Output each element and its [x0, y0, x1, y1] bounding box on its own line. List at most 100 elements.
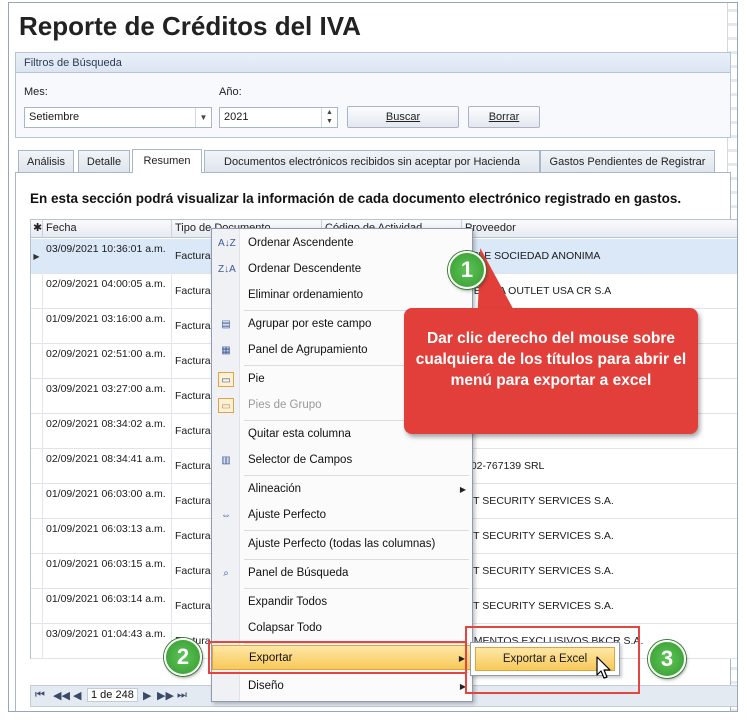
group-panel-icon: ▦: [221, 345, 231, 356]
month-select[interactable]: Setiembre ▼: [24, 107, 212, 128]
cell-proveedor: OT SECURITY SERVICES S.A.: [465, 565, 614, 577]
prev-page-icon[interactable]: ◀: [73, 689, 81, 702]
submenu-arrow-icon: ▶: [459, 485, 466, 494]
menu-item-alignment[interactable]: Alineación ▶: [212, 477, 472, 502]
menu-label: Selector de Campos: [248, 454, 353, 466]
menu-item-expand-all[interactable]: Expandir Todos: [212, 590, 472, 615]
tab-resumen[interactable]: Resumen: [132, 149, 202, 173]
search-button[interactable]: Buscar: [347, 106, 459, 128]
menu-separator: [244, 530, 469, 531]
menu-separator: [244, 475, 469, 476]
mouse-cursor-icon: [596, 656, 611, 679]
cell-proveedor: OT SECURITY SERVICES S.A.: [465, 600, 614, 612]
row-indicator-icon: [31, 589, 43, 624]
step-badge-1: 1: [448, 251, 486, 289]
column-context-menu: A↓Z Ordenar Ascendente Z↓A Ordenar Desce…: [211, 228, 473, 702]
cell-fecha: 01/09/2021 06:03:14 a.m.: [43, 589, 172, 624]
month-value: Setiembre: [29, 111, 80, 123]
menu-label: Colapsar Todo: [248, 622, 322, 634]
clear-button[interactable]: Borrar: [468, 106, 540, 128]
page-indicator: 1 de 248: [87, 688, 138, 702]
menu-label: Ajuste Perfecto: [248, 509, 326, 521]
menu-label: Quitar esta columna: [248, 428, 351, 440]
group-footer-icon: ▭: [218, 398, 234, 413]
excel-highlight-box: [465, 626, 640, 694]
year-input[interactable]: 2021 ▲ ▼: [219, 107, 338, 128]
month-label: Mes:: [24, 86, 48, 98]
filters-title: Filtros de Búsqueda: [16, 53, 730, 73]
menu-label: Diseño: [248, 680, 284, 692]
tab-detalle[interactable]: Detalle: [78, 150, 130, 173]
cell-fecha: 02/09/2021 04:00:05 a.m.: [43, 274, 172, 309]
row-indicator-icon: ▶: [31, 239, 43, 274]
sort-ascending-icon: A↓Z: [218, 238, 236, 249]
cell-fecha: 03/09/2021 01:04:43 a.m.: [43, 624, 172, 659]
cell-fecha: 01/09/2021 06:03:13 a.m.: [43, 519, 172, 554]
section-description: En esta sección podrá visualizar la info…: [30, 191, 682, 206]
menu-label: Eliminar ordenamiento: [248, 289, 364, 301]
menu-separator: [244, 588, 469, 589]
instruction-callout: Dar clic derecho del mouse sobre cualqui…: [404, 308, 698, 434]
menu-item-collapse-all[interactable]: Colapsar Todo: [212, 616, 472, 641]
cell-fecha: 03/09/2021 03:27:00 a.m.: [43, 379, 172, 414]
cell-fecha: 02/09/2021 08:34:02 a.m.: [43, 414, 172, 449]
column-header-proveedor[interactable]: Proveedor: [462, 220, 737, 238]
menu-label: Ajuste Perfecto (todas las columnas): [248, 538, 436, 550]
menu-label: Panel de Búsqueda: [248, 567, 349, 579]
cell-fecha: 01/09/2021 06:03:00 a.m.: [43, 484, 172, 519]
menu-label: Ordenar Ascendente: [248, 237, 354, 249]
menu-label: Panel de Agrupamiento: [248, 344, 368, 356]
menu-item-sort-asc[interactable]: A↓Z Ordenar Ascendente: [212, 231, 472, 256]
footer-icon: ▭: [218, 372, 234, 387]
tab-documentos-sin-aceptar[interactable]: Documentos electrónicos recibidos sin ac…: [204, 150, 540, 173]
menu-label: Expandir Todos: [248, 596, 328, 608]
next-page-icon[interactable]: ▶: [143, 689, 151, 702]
spinner-icon[interactable]: ▲ ▼: [321, 108, 337, 127]
menu-item-clear-sort[interactable]: Eliminar ordenamiento: [212, 283, 472, 308]
menu-label: Agrupar por este campo: [248, 318, 372, 330]
menu-item-best-fit[interactable]: ⇔ Ajuste Perfecto: [212, 503, 472, 528]
menu-item-find-panel[interactable]: ⌕ Panel de Búsqueda: [212, 561, 472, 586]
menu-separator: [244, 559, 469, 560]
menu-item-field-chooser[interactable]: ▥ Selector de Campos: [212, 448, 472, 473]
row-indicator-icon: [31, 414, 43, 449]
next-group-icon[interactable]: ▶▶: [157, 689, 174, 702]
cell-fecha: 01/09/2021 06:03:15 a.m.: [43, 554, 172, 589]
cell-fecha: 01/09/2021 03:16:00 a.m.: [43, 309, 172, 344]
row-indicator-icon: [31, 519, 43, 554]
step-badge-3: 3: [648, 640, 686, 678]
field-chooser-icon: ▥: [221, 455, 231, 466]
row-indicator-icon: [31, 554, 43, 589]
sort-descending-icon: Z↓A: [218, 264, 236, 275]
menu-label: Pies de Grupo: [248, 399, 322, 411]
menu-label: Pie: [248, 373, 265, 385]
last-page-icon[interactable]: ⏭: [177, 689, 187, 702]
group-by-icon: ▤: [221, 319, 231, 330]
first-page-icon[interactable]: ⏮: [35, 689, 45, 702]
step-badge-2: 2: [164, 638, 202, 676]
cell-fecha: 03/09/2021 10:36:01 a.m.: [43, 239, 172, 274]
page-title: Reporte de Créditos del IVA: [19, 11, 361, 41]
row-indicator-icon: [31, 624, 43, 659]
tab-analisis[interactable]: Análisis: [18, 150, 74, 173]
row-indicator-icon: [31, 309, 43, 344]
menu-item-sort-desc[interactable]: Z↓A Ordenar Descendente: [212, 257, 472, 282]
year-label: Año:: [219, 86, 242, 98]
menu-item-layout[interactable]: Diseño ▶: [212, 674, 472, 699]
cell-proveedor: OT SECURITY SERVICES S.A.: [465, 495, 614, 507]
row-indicator-icon: [31, 344, 43, 379]
row-indicator-icon: [31, 274, 43, 309]
cell-fecha: 02/09/2021 02:51:00 a.m.: [43, 344, 172, 379]
chevron-down-icon[interactable]: ▼: [195, 108, 211, 127]
find-panel-icon: ⌕: [223, 568, 229, 579]
menu-label: Ordenar Descendente: [248, 263, 362, 275]
prev-group-icon[interactable]: ◀◀: [53, 689, 70, 702]
search-filters-panel: Filtros de Búsqueda Mes: Setiembre ▼ Año…: [15, 52, 731, 138]
tab-gastos-pendientes[interactable]: Gastos Pendientes de Registrar: [540, 150, 715, 173]
year-value: 2021: [224, 111, 249, 123]
row-indicator-icon: [31, 449, 43, 484]
column-header-fecha[interactable]: Fecha: [43, 220, 172, 238]
menu-item-best-fit-all[interactable]: Ajuste Perfecto (todas las columnas): [212, 532, 472, 557]
best-fit-icon: ⇔: [221, 510, 231, 521]
cell-proveedor: OT SECURITY SERVICES S.A.: [465, 530, 614, 542]
